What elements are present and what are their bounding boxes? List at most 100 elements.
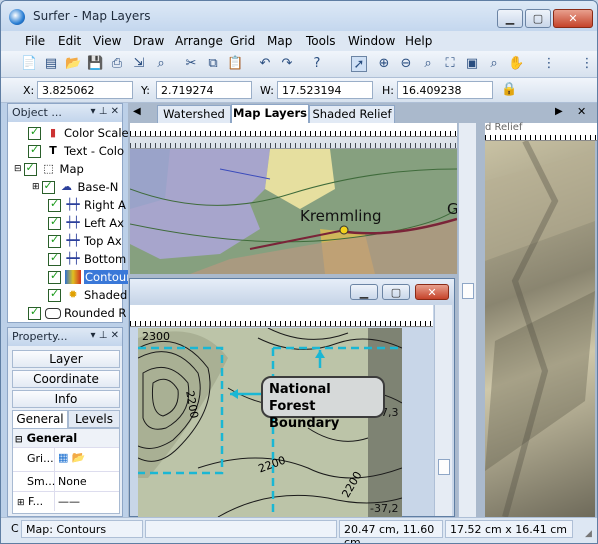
tree-item[interactable]: ┿┿Right A xyxy=(12,196,126,214)
float-minimize-button[interactable]: ▁ xyxy=(350,284,378,300)
zoom-in-icon[interactable]: ⊕ xyxy=(376,56,392,72)
tree-item[interactable]: ⊟⬚Map xyxy=(12,160,124,178)
menu-window[interactable]: Window xyxy=(348,34,395,48)
visibility-checkbox[interactable] xyxy=(28,305,41,320)
tab-levels[interactable]: Levels xyxy=(68,410,120,428)
toolbar-grip-icon[interactable]: ⋮ xyxy=(541,56,557,72)
zoom-selected-icon[interactable]: ▣ xyxy=(464,56,480,72)
minimize-button[interactable]: ▁ xyxy=(497,9,523,28)
float-close-button[interactable]: ✕ xyxy=(415,284,449,300)
menu-file[interactable]: File xyxy=(25,34,45,48)
tab-general[interactable]: General xyxy=(12,410,68,428)
visibility-checkbox[interactable] xyxy=(48,287,61,302)
tree-item[interactable]: TText - Colo xyxy=(12,142,124,160)
menu-grid[interactable]: Grid xyxy=(230,34,255,48)
zoom-fit-icon[interactable]: ⛶ xyxy=(442,56,458,72)
width-field[interactable]: 17.523194 xyxy=(277,81,373,99)
panel-pin-close-icon[interactable]: ▾ ⊥ ✕ xyxy=(91,330,119,341)
scrollbar-thumb[interactable] xyxy=(438,459,450,475)
export-icon[interactable]: ⇲ xyxy=(131,56,147,72)
fill-line-sample[interactable]: —— xyxy=(55,492,83,511)
smoothing-value[interactable]: None xyxy=(55,472,90,491)
visibility-checkbox[interactable] xyxy=(48,197,61,212)
tree-item[interactable]: ⊞☁Base-N xyxy=(12,178,124,196)
vertical-scrollbar[interactable] xyxy=(458,123,476,517)
tree-item[interactable]: ┿┿Top Ax xyxy=(12,232,124,250)
visibility-checkbox[interactable] xyxy=(41,179,55,194)
print-preview-icon[interactable]: ⌕ xyxy=(153,56,169,72)
tab-watershed[interactable]: Watershed xyxy=(157,105,231,123)
zoom-page-icon[interactable]: ⌕ xyxy=(486,56,502,72)
scrollbar-thumb[interactable] xyxy=(462,283,474,299)
panel-pin-close-icon[interactable]: ▾ ⊥ ✕ xyxy=(91,106,119,117)
national-forest-callout[interactable]: National Forest Boundary xyxy=(261,376,385,431)
help-icon[interactable]: ? xyxy=(309,56,325,72)
tab-shaded-relief[interactable]: Shaded Relief xyxy=(309,105,395,123)
paste-icon[interactable]: 📋 xyxy=(227,56,243,72)
select-arrow-icon[interactable]: ➚ xyxy=(351,56,367,72)
new-plot-icon[interactable]: ▤ xyxy=(43,56,59,72)
float-maximize-button[interactable]: ▢ xyxy=(382,284,410,300)
menu-arrange[interactable]: Arrange xyxy=(175,34,223,48)
grid-file-icons[interactable]: ▦ 📂 xyxy=(55,448,89,471)
tree-item[interactable]: Rounded R xyxy=(12,304,126,322)
menu-map[interactable]: Map xyxy=(267,34,292,48)
menu-edit[interactable]: Edit xyxy=(58,34,81,48)
maximize-button[interactable]: ▢ xyxy=(525,9,551,28)
open-icon[interactable]: 📂 xyxy=(65,56,81,72)
zoom-out-icon[interactable]: ⊖ xyxy=(398,56,414,72)
status-left-char: C xyxy=(11,522,19,535)
resize-grip-icon[interactable]: ◢ xyxy=(585,529,592,539)
tree-item[interactable]: ▮Color Scale xyxy=(12,124,129,142)
menu-view[interactable]: View xyxy=(93,34,121,48)
tree-item[interactable]: ✹Shaded xyxy=(12,286,127,304)
visibility-checkbox[interactable] xyxy=(48,215,61,230)
app-window: Surfer - Map Layers ▁ ▢ ✕ File Edit View… xyxy=(0,0,598,544)
lock-icon[interactable]: 🔒 xyxy=(501,82,517,98)
map-frame-ruler xyxy=(130,137,457,149)
undo-icon[interactable]: ↶ xyxy=(257,56,273,72)
redo-icon[interactable]: ↷ xyxy=(279,56,295,72)
visibility-checkbox[interactable] xyxy=(48,233,61,248)
tree-item[interactable]: ┿┿Bottom xyxy=(12,250,126,268)
collapse-icon[interactable]: ⊟ xyxy=(14,164,22,174)
info-button[interactable]: Info xyxy=(12,390,120,408)
tree-item-selected[interactable]: Contour xyxy=(12,268,132,286)
axis-icon: ┿┿ xyxy=(66,234,80,247)
tab-scroll-right-icon[interactable]: ▶ xyxy=(555,106,563,117)
float-vertical-scrollbar[interactable] xyxy=(434,305,452,516)
section-general[interactable]: ⊟ General xyxy=(13,429,119,447)
visibility-checkbox[interactable] xyxy=(48,269,61,284)
visibility-checkbox[interactable] xyxy=(28,143,41,158)
new-icon[interactable]: 📄 xyxy=(21,56,37,72)
zoom-rect-icon[interactable]: ⌕ xyxy=(420,56,436,72)
expand-icon[interactable]: ⊞ xyxy=(17,498,25,508)
tab-close-icon[interactable]: ✕ xyxy=(577,105,586,118)
surfer-app-icon[interactable] xyxy=(9,9,25,25)
visibility-checkbox[interactable] xyxy=(48,251,61,266)
tab-scroll-left-icon[interactable]: ◀ xyxy=(133,106,141,117)
copy-icon[interactable]: ⧉ xyxy=(205,56,221,72)
tab-map-layers[interactable]: Map Layers xyxy=(231,104,309,123)
y-field[interactable]: 2.719274 xyxy=(156,81,252,99)
menu-draw[interactable]: Draw xyxy=(133,34,164,48)
menu-help[interactable]: Help xyxy=(405,34,432,48)
visibility-checkbox[interactable] xyxy=(28,125,41,140)
pan-hand-icon[interactable]: ✋ xyxy=(508,56,524,72)
close-button[interactable]: ✕ xyxy=(553,9,593,28)
coordinate-system-button[interactable]: Coordinate System xyxy=(12,370,120,402)
property-row: Sm... None xyxy=(13,471,119,491)
layer-button[interactable]: Layer xyxy=(12,350,120,368)
save-icon[interactable]: 💾 xyxy=(87,56,103,72)
toolbar-grip-icon-2[interactable]: ⋮ xyxy=(579,56,595,72)
tree-item[interactable]: ┿┿Left Ax xyxy=(12,214,124,232)
expand-icon[interactable]: ⊞ xyxy=(32,182,40,192)
x-field[interactable]: 3.825062 xyxy=(37,81,133,99)
menu-tools[interactable]: Tools xyxy=(306,34,336,48)
print-icon[interactable]: ⎙ xyxy=(109,56,125,72)
height-field[interactable]: 16.409238 xyxy=(397,81,493,99)
visibility-checkbox[interactable] xyxy=(23,161,37,176)
collapse-icon[interactable]: ⊟ xyxy=(15,435,23,445)
cut-icon[interactable]: ✂ xyxy=(183,56,199,72)
rounded-rect-icon xyxy=(45,307,61,319)
